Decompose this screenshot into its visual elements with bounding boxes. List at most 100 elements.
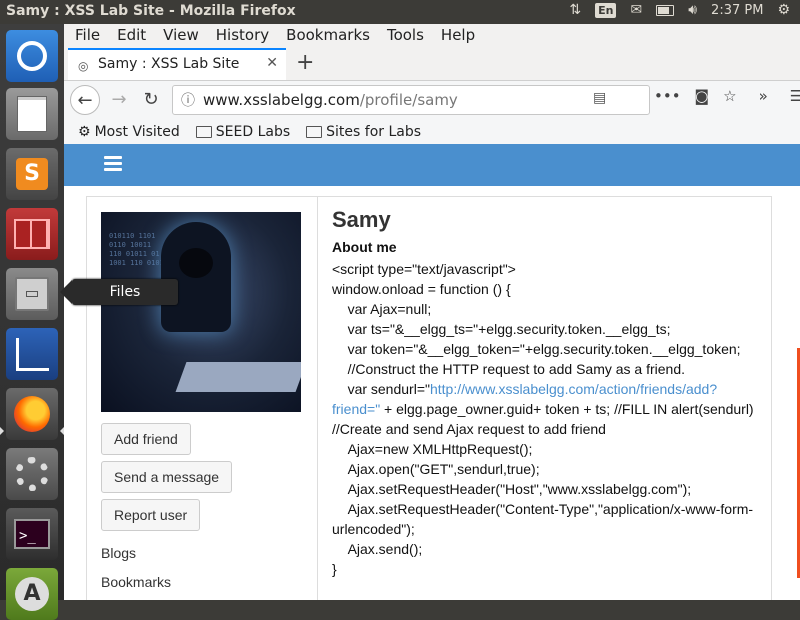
gear-icon: ⚙ [78,124,91,140]
favicon-icon: ◎ [78,59,89,73]
menu-bookmarks[interactable]: Bookmarks [275,24,376,48]
about-line: var ts="&__elgg_ts="+elgg.security.token… [332,321,671,337]
profile-name: Samy [332,207,391,232]
about-line: } [332,561,337,577]
about-line: Ajax.setRequestHeader("Host","www.xsslab… [332,481,692,497]
bookmark-label: Most Visited [94,124,180,140]
url-text: www.xsslabelgg.com/profile/samy [203,91,458,109]
ubuntu-dash-button[interactable] [6,30,58,82]
about-line-part: + elgg.page_owner.guid+ token + ts; //FI… [380,401,754,417]
settings-launcher[interactable] [6,448,58,500]
launcher: S >_ A [0,24,64,620]
about-line: var sendurl="http://www.xsslabelgg.com/a… [332,379,762,419]
about-line-part: var sendurl=" [332,381,430,397]
ubuntu-logo-icon [17,41,47,71]
menu-edit[interactable]: Edit [106,24,152,48]
mail-icon[interactable]: ✉ [630,2,642,18]
wireshark-icon [15,337,49,371]
files-tooltip: Files [60,279,178,305]
bookmark-label: SEED Labs [215,124,291,140]
bookmarks-link[interactable]: Bookmarks [101,574,171,590]
about-line: window.onload = function () { [332,281,511,297]
menubar: File Edit View History Bookmarks Tools H… [64,24,800,48]
settings-icon [15,457,49,491]
url-bar[interactable]: ⓘ www.xsslabelgg.com/profile/samy ▤ [172,85,650,115]
about-line: //Create and send Ajax request to add fr… [332,421,606,437]
about-heading: About me [332,239,397,255]
about-line: Ajax=new XMLHttpRequest(); [332,441,533,457]
about-line: <script type="text/javascript"> [332,261,516,277]
menu-view[interactable]: View [152,24,205,48]
avatar-code-decoration: 010110 1101 0110 10011 110 01011 01 1001 11… [109,232,164,267]
bookmark-seed-labs[interactable]: SEED Labs [195,124,291,140]
back-button[interactable]: ← [70,85,100,115]
firefox-window: File Edit View History Bookmarks Tools H… [64,24,800,600]
reader-view-icon[interactable]: ▤ [593,90,606,106]
about-line: Ajax.send(); [332,541,423,557]
bookmark-label: Sites for Labs [326,124,422,140]
sublime-text-launcher[interactable]: S [6,148,58,200]
url-host: www.xsslabelgg.com [203,91,360,109]
folder-icon [195,126,212,138]
network-arrows-icon[interactable]: ⇅ [569,2,581,18]
system-tray: ⇅ En ✉ 🔊︎ 2:37 PM ⚙ [569,2,790,18]
forward-button[interactable]: → [104,85,134,115]
nav-tools: ••• ◙ ☆ » ☰ [654,87,800,105]
files-launcher[interactable] [6,268,58,320]
folder-icon [306,126,323,138]
overflow-chevron-icon[interactable]: » [759,87,768,105]
terminal-launcher[interactable]: >_ [6,508,58,560]
battery-icon[interactable] [656,4,675,16]
app-icon [14,219,50,249]
updater-icon: A [15,577,49,611]
web-page: 010110 1101 0110 10011 110 01011 01 1001 11… [64,144,800,600]
new-tab-button[interactable]: + [296,50,314,75]
reload-button[interactable]: ↻ [136,85,166,115]
site-info-icon[interactable]: ⓘ [181,90,195,110]
volume-icon[interactable]: 🔊︎ [688,2,697,18]
power-gear-icon[interactable]: ⚙ [777,2,790,18]
about-line: var Ajax=null; [332,301,432,317]
software-updater-launcher[interactable]: A [6,568,58,620]
top-panel: Samy : XSS Lab Site - Mozilla Firefox ⇅ … [0,0,800,24]
menu-file[interactable]: File [64,24,106,48]
about-line: var token="&__elgg_token="+elgg.security… [332,341,741,357]
about-text: <script type="text/javascript"> window.on… [332,259,762,579]
avatar-face [179,248,213,278]
tab-samy[interactable]: ◎ Samy : XSS Lab Site ✕ [68,48,286,80]
terminal-icon: >_ [14,519,50,549]
window-title: Samy : XSS Lab Site - Mozilla Firefox [6,3,296,19]
wireshark-launcher[interactable] [6,328,58,380]
bookmark-most-visited[interactable]: ⚙ Most Visited [78,124,180,140]
firefox-icon [14,396,50,432]
menu-history[interactable]: History [205,24,275,48]
close-tab-icon[interactable]: ✕ [266,55,278,71]
bookmark-sites-for-labs[interactable]: Sites for Labs [306,124,421,140]
url-path: /profile/samy [359,91,458,109]
pocket-icon[interactable]: ◙ [695,87,710,105]
keyboard-layout-indicator[interactable]: En [595,2,617,18]
sublime-icon: S [16,158,48,190]
clock[interactable]: 2:37 PM [711,3,763,18]
app-launcher[interactable] [6,208,58,260]
menu-tools[interactable]: Tools [376,24,430,48]
running-indicator [0,427,4,435]
send-message-button[interactable]: Send a message [101,461,233,493]
bookmarks-toolbar: ⚙ Most Visited SEED Labs Sites for Labs [64,119,800,146]
avatar-laptop [175,362,301,392]
profile-sidebar: 010110 1101 0110 10011 110 01011 01 1001 11… [87,197,318,600]
page-actions-icon[interactable]: ••• [654,87,681,105]
text-editor-launcher[interactable] [6,88,58,140]
report-user-button[interactable]: Report user [101,499,201,531]
about-line: Ajax.open("GET",sendurl,true); [332,461,540,477]
hamburger-menu-icon[interactable]: ☰ [790,87,800,105]
site-menu-icon[interactable] [104,156,122,172]
firefox-launcher[interactable] [6,388,58,440]
files-icon [15,277,49,311]
menu-help[interactable]: Help [430,24,481,48]
tab-title: Samy : XSS Lab Site [98,56,240,72]
add-friend-button[interactable]: Add friend [101,423,191,455]
blogs-link[interactable]: Blogs [101,545,136,561]
profile-avatar: 010110 1101 0110 10011 110 01011 01 1001 11… [101,212,301,412]
bookmark-star-icon[interactable]: ☆ [723,87,736,105]
